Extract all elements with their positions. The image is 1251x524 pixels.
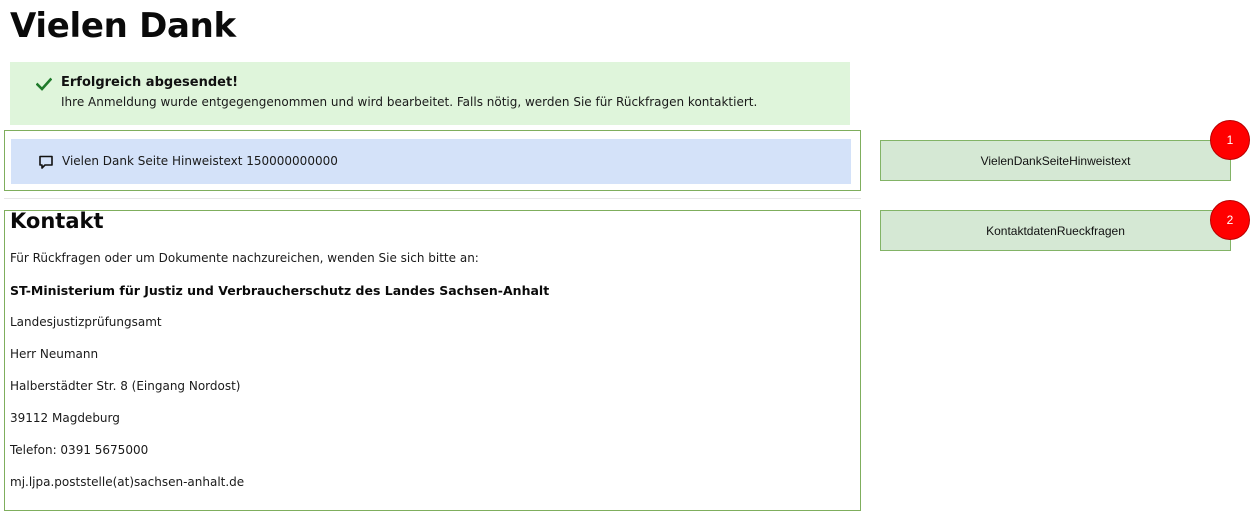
annotation-badge-1: 1 bbox=[1210, 120, 1250, 160]
annotation-hint-button[interactable]: VielenDankSeiteHinweistext bbox=[880, 140, 1231, 181]
hint-section: Vielen Dank Seite Hinweistext 1500000000… bbox=[4, 130, 861, 191]
hint-alert: Vielen Dank Seite Hinweistext 1500000000… bbox=[11, 139, 851, 184]
contact-department: Landesjustizprüfungsamt bbox=[10, 315, 162, 329]
contact-street: Halberstädter Str. 8 (Eingang Nordost) bbox=[10, 379, 241, 393]
success-alert: Erfolgreich abgesendet! Ihre Anmeldung w… bbox=[10, 62, 850, 125]
contact-section: Kontakt Für Rückfragen oder um Dokumente… bbox=[4, 209, 861, 511]
contact-city: 39112 Magdeburg bbox=[10, 411, 120, 425]
page-title: Vielen Dank bbox=[10, 6, 236, 46]
contact-heading: Kontakt bbox=[10, 209, 104, 233]
contact-person: Herr Neumann bbox=[10, 347, 99, 361]
contact-email: mj.ljpa.poststelle(at)sachsen-anhalt.de bbox=[10, 475, 245, 489]
success-text: Ihre Anmeldung wurde entgegengenommen un… bbox=[61, 95, 758, 109]
hint-text: Vielen Dank Seite Hinweistext 1500000000… bbox=[62, 154, 338, 168]
divider bbox=[4, 198, 861, 199]
checkmark-icon bbox=[36, 77, 52, 91]
annotation-badge-2: 2 bbox=[1210, 200, 1250, 240]
contact-phone: Telefon: 0391 5675000 bbox=[10, 443, 149, 457]
contact-organization: ST-Ministerium für Justiz und Verbrauche… bbox=[10, 283, 550, 298]
annotation-contact-button[interactable]: KontaktdatenRueckfragen bbox=[880, 210, 1231, 251]
success-title: Erfolgreich abgesendet! bbox=[61, 75, 239, 90]
contact-intro: Für Rückfragen oder um Dokumente nachzur… bbox=[10, 251, 479, 265]
speech-bubble-icon bbox=[39, 155, 53, 169]
